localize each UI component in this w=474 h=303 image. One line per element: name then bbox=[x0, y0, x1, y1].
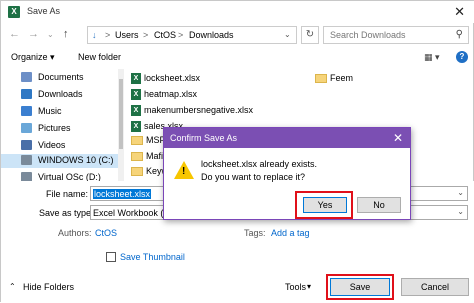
scrollbar-thumb[interactable] bbox=[119, 79, 123, 149]
yes-button[interactable]: Yes bbox=[303, 197, 347, 213]
sidebar-item-label: Virtual OSc (D:) bbox=[38, 172, 101, 181]
sidebar-scrollbar[interactable] bbox=[118, 69, 124, 181]
save-thumbnail-label: Save Thumbnail bbox=[120, 252, 185, 262]
folder-icon bbox=[315, 74, 327, 84]
list-item[interactable]: Feem bbox=[315, 73, 353, 85]
breadcrumb-users[interactable]: Users bbox=[115, 30, 139, 40]
title-bar: X Save As ✕ bbox=[1, 1, 474, 23]
excel-file-icon: X bbox=[131, 73, 141, 85]
excel-file-icon: X bbox=[131, 121, 141, 133]
close-icon[interactable]: ✕ bbox=[454, 4, 465, 20]
chevron-down-icon[interactable]: ⌄ bbox=[457, 188, 464, 197]
sidebar-item-label: Pictures bbox=[38, 123, 71, 133]
downloads-icon bbox=[21, 89, 32, 99]
sidebar-item-music[interactable]: Music bbox=[21, 105, 121, 119]
file-name: heatmap.xlsx bbox=[144, 89, 198, 99]
path-sep: > bbox=[178, 30, 184, 40]
forward-icon[interactable]: → bbox=[28, 28, 39, 40]
confirm-save-dialog: Confirm Save As ✕ ! locksheet.xlsx alrea… bbox=[163, 127, 411, 220]
dialog-title-bar: Confirm Save As ✕ bbox=[164, 128, 410, 148]
sidebar-item-label: Documents bbox=[38, 72, 84, 82]
address-dropdown-icon[interactable]: ⌄ bbox=[284, 30, 291, 39]
file-name: locksheet.xlsx bbox=[144, 73, 201, 83]
list-item[interactable]: Xheatmap.xlsx bbox=[131, 89, 197, 101]
search-input[interactable]: Search Downloads bbox=[330, 30, 406, 40]
sidebar-item-label: Music bbox=[38, 106, 62, 116]
yes-button-label: Yes bbox=[317, 200, 333, 210]
file-name-label: File name: bbox=[46, 189, 89, 199]
sidebar-item-videos[interactable]: Videos bbox=[21, 139, 121, 153]
drive-icon bbox=[21, 172, 32, 181]
back-icon[interactable]: ← bbox=[9, 28, 20, 40]
dialog-message-line2: Do you want to replace it? bbox=[201, 172, 306, 182]
folder-icon bbox=[131, 167, 143, 177]
dialog-close-icon[interactable]: ✕ bbox=[393, 131, 403, 145]
warning-mark: ! bbox=[182, 166, 186, 177]
breadcrumb-downloads[interactable]: Downloads bbox=[189, 30, 234, 40]
hide-folders-button[interactable]: Hide Folders bbox=[23, 282, 74, 292]
view-options-icon[interactable]: ▦ ▾ bbox=[424, 52, 440, 63]
chevron-up-icon[interactable]: ⌃ bbox=[9, 282, 16, 291]
address-bar[interactable]: ↓ > Users > CtOS > Downloads ⌄ bbox=[87, 26, 297, 44]
navigation-pane: Documents Downloads Music Pictures Video… bbox=[1, 69, 124, 181]
no-button[interactable]: No bbox=[357, 197, 401, 213]
toolbar: Organize ▾ New folder ▦ ▾ ? bbox=[1, 49, 474, 67]
sidebar-item-documents[interactable]: Documents bbox=[21, 71, 121, 85]
save-highlight bbox=[326, 274, 394, 300]
cancel-button[interactable]: Cancel bbox=[401, 278, 469, 296]
breadcrumb-ctos[interactable]: CtOS bbox=[154, 30, 176, 40]
file-name-value: locksheet.xlsx bbox=[93, 189, 152, 199]
music-icon bbox=[21, 106, 32, 116]
authors-label: Authors: bbox=[58, 228, 92, 238]
search-icon: ⚲ bbox=[455, 29, 463, 40]
videos-icon bbox=[21, 140, 32, 150]
file-name: Feem bbox=[330, 73, 354, 83]
refresh-icon[interactable]: ↻ bbox=[301, 26, 319, 44]
up-icon[interactable]: ↑ bbox=[63, 28, 69, 40]
sidebar-item-label: WINDOWS 10 (C:) bbox=[38, 155, 114, 165]
folder-icon bbox=[131, 152, 143, 162]
save-as-window: X Save As ✕ ← → ⌄ ↑ ↓ > Users > CtOS > D… bbox=[0, 0, 474, 303]
excel-file-icon: X bbox=[131, 89, 141, 101]
path-sep: > bbox=[143, 30, 149, 40]
sidebar-item-label: Downloads bbox=[38, 89, 83, 99]
documents-icon bbox=[21, 72, 32, 82]
save-type-label: Save as type: bbox=[39, 208, 94, 218]
chevron-down-icon[interactable]: ⌄ bbox=[457, 207, 464, 216]
folder-icon bbox=[131, 136, 143, 146]
organize-button[interactable]: Organize ▾ bbox=[11, 52, 55, 63]
help-icon[interactable]: ? bbox=[456, 51, 468, 63]
save-thumbnail-checkbox[interactable] bbox=[106, 252, 116, 262]
sidebar-item-pictures[interactable]: Pictures bbox=[21, 122, 121, 136]
sidebar-item-drive-d[interactable]: Virtual OSc (D:) bbox=[21, 171, 121, 181]
recent-chevron-icon[interactable]: ⌄ bbox=[47, 30, 54, 39]
list-item[interactable]: Xlocksheet.xlsx bbox=[131, 73, 200, 85]
sidebar-item-label: Videos bbox=[38, 140, 66, 150]
drive-icon bbox=[21, 155, 32, 165]
tags-label: Tags: bbox=[244, 228, 266, 238]
cancel-button-label: Cancel bbox=[420, 282, 449, 292]
dialog-title: Confirm Save As bbox=[170, 133, 238, 143]
sidebar-item-drive-c[interactable]: WINDOWS 10 (C:) bbox=[1, 154, 124, 168]
tools-dropdown-icon[interactable]: ▾ bbox=[307, 282, 311, 291]
window-title: Save As bbox=[27, 6, 61, 16]
add-tag-link[interactable]: Add a tag bbox=[271, 228, 310, 238]
search-box[interactable]: Search Downloads ⚲ bbox=[323, 26, 469, 44]
pictures-icon bbox=[21, 123, 32, 133]
file-name: makenumbersnegative.xlsx bbox=[144, 105, 254, 115]
excel-file-icon: X bbox=[131, 105, 141, 117]
no-button-label: No bbox=[373, 200, 385, 210]
new-folder-button[interactable]: New folder bbox=[78, 52, 121, 62]
downloads-arrow-icon: ↓ bbox=[92, 30, 97, 40]
dialog-message-line1: locksheet.xlsx already exists. bbox=[201, 159, 318, 169]
sidebar-item-downloads[interactable]: Downloads bbox=[21, 88, 121, 102]
list-item[interactable]: Xmakenumbersnegative.xlsx bbox=[131, 105, 253, 117]
path-sep: > bbox=[105, 30, 111, 40]
excel-icon: X bbox=[8, 6, 20, 18]
tools-button[interactable]: Tools bbox=[285, 282, 306, 292]
authors-value[interactable]: CtOS bbox=[95, 228, 117, 238]
